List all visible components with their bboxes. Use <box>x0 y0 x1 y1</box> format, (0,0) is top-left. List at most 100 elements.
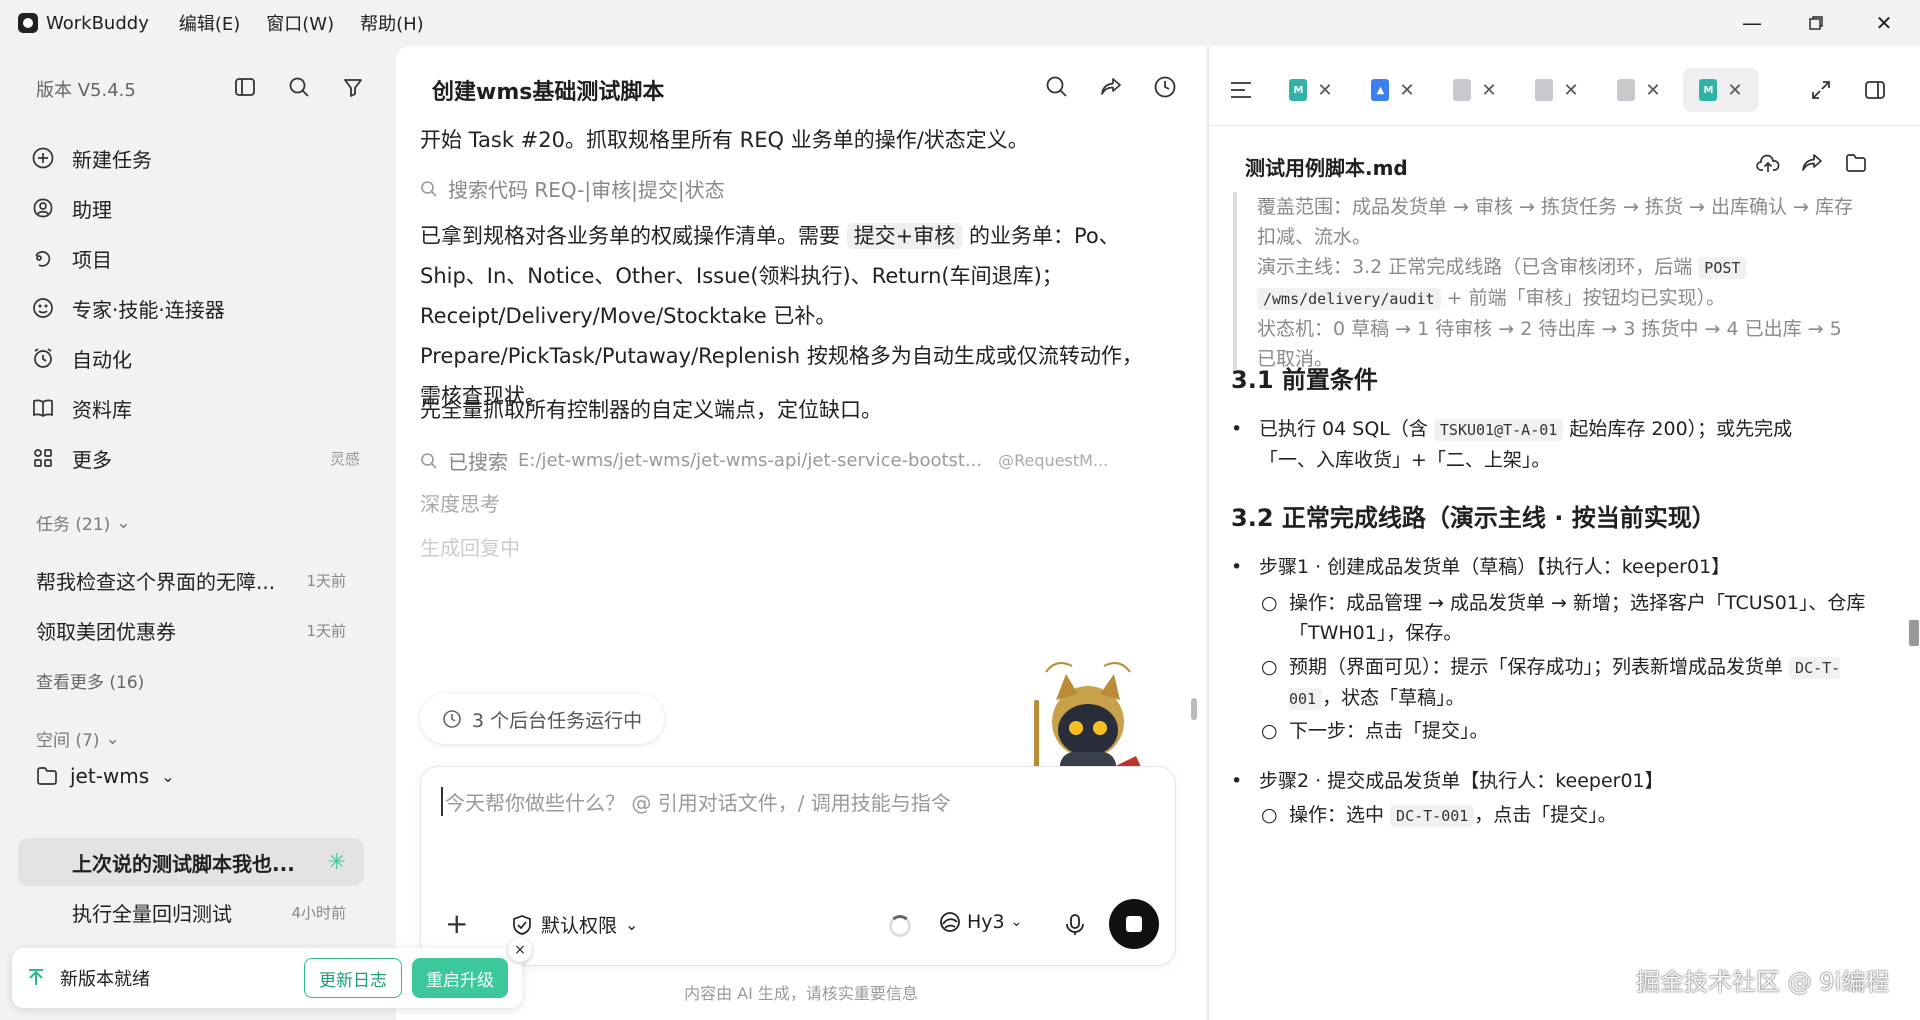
microphone-icon[interactable] <box>1061 911 1089 939</box>
search-icon[interactable] <box>1040 70 1074 104</box>
project-icon <box>30 245 56 271</box>
file-tab[interactable]: ✕ <box>1519 68 1595 112</box>
panel-toggle-icon[interactable] <box>1855 68 1895 112</box>
bullet-icon: • <box>1231 418 1243 440</box>
chat-scrollbar[interactable] <box>1190 126 1198 726</box>
assistant-icon <box>30 195 56 221</box>
restart-upgrade-button[interactable]: 重启升级 <box>412 958 508 998</box>
sidebar: 版本 V5.4.5 新建任务 助理 项目 专家·技能·连接器 自动化 资料库 更… <box>0 46 396 1020</box>
bg-tasks-label: 3 个后台任务运行中 <box>472 709 643 732</box>
menu-help[interactable]: 帮助(H) <box>360 10 424 36</box>
model-selector[interactable]: Hy3 ⌄ <box>939 911 1022 933</box>
changelog-button[interactable]: 更新日志 <box>304 958 402 998</box>
inline-code: DC-T-001 <box>1390 805 1475 827</box>
add-attachment-icon[interactable]: + <box>445 907 468 940</box>
nav-assistant[interactable]: 助理 <box>30 188 370 228</box>
file-tab[interactable]: ✕ <box>1437 68 1513 112</box>
nav-automation[interactable]: 自动化 <box>30 338 370 378</box>
file-tab[interactable]: M ✕ <box>1273 68 1349 112</box>
file-tab[interactable]: M ✕ <box>1683 68 1759 112</box>
task-item[interactable]: 领取美团优惠券 1天前 <box>36 616 346 645</box>
sidebar-toggle-icon[interactable] <box>230 72 260 102</box>
scroll-thumb[interactable] <box>1191 698 1197 720</box>
nav-more[interactable]: 更多 灵感 <box>30 438 370 478</box>
close-icon[interactable]: ✕ <box>1864 8 1904 38</box>
alarm-icon <box>30 345 56 371</box>
main-line-text: 演示主线：3.2 正常完成线路（已含审核闭环，后端 POST /wms/deli… <box>1257 252 1853 314</box>
blockquote: 覆盖范围：成品发货单 → 审核 → 拣货任务 → 拣货 → 出库确认 → 库存扣… <box>1233 192 1853 374</box>
message-paragraph: 已拿到规格对各业务单的权威操作清单。需要 提交+审核 的业务单：Po、Ship、… <box>420 216 1160 416</box>
text: 已执行 04 SQL（含 <box>1259 418 1434 440</box>
image-file-icon: ▲ <box>1371 79 1390 101</box>
task-item[interactable]: 帮我检查这个界面的无障... 1天前 <box>36 566 346 595</box>
version-label: 版本 V5.4.5 <box>36 80 136 101</box>
nav-label: 助理 <box>72 197 112 222</box>
filter-icon[interactable] <box>338 72 368 102</box>
close-tab-icon[interactable]: ✕ <box>1317 80 1332 101</box>
message-composer[interactable]: 今天帮你做些什么？ @ 引用对话文件，/ 调用技能与指令 + 默认权限 ⌄ Hy… <box>420 766 1176 966</box>
close-tab-icon[interactable]: ✕ <box>1399 80 1414 101</box>
close-tab-icon[interactable]: ✕ <box>1645 80 1660 101</box>
permission-selector[interactable]: 默认权限 ⌄ <box>511 911 638 938</box>
history-icon[interactable] <box>1148 70 1182 104</box>
heading-3-2: 3.2 正常完成线路（演示主线 · 按当前实现） <box>1231 504 1716 532</box>
close-tab-icon[interactable]: ✕ <box>1481 80 1496 101</box>
searched-extra: @RequestM... <box>998 451 1109 470</box>
workspace-item[interactable]: jet-wms ⌄ <box>36 764 175 788</box>
inspiration-label[interactable]: 灵感 <box>330 448 360 469</box>
chevron-down-icon: ⌄ <box>625 915 639 934</box>
nav-library[interactable]: 资料库 <box>30 388 370 428</box>
file-icon <box>1617 79 1636 101</box>
inline-code: TSKU01@T-A-01 <box>1433 419 1564 441</box>
close-icon[interactable]: × <box>508 938 532 962</box>
expert-icon <box>30 295 56 321</box>
thinking-label[interactable]: 深度思考 <box>420 488 500 517</box>
minimize-icon[interactable]: — <box>1732 8 1772 38</box>
nav-project[interactable]: 项目 <box>30 238 370 278</box>
search-step[interactable]: 搜索代码 REQ-|审核|提交|状态 <box>420 174 725 203</box>
workspace-task[interactable]: 执行全量回归测试 4小时前 <box>18 888 364 936</box>
coverage-text: 覆盖范围：成品发货单 → 审核 → 拣货任务 → 拣货 → 出库确认 → 库存扣… <box>1257 196 1853 248</box>
restore-icon[interactable] <box>1796 8 1836 38</box>
chat-panel: 创建wms基础测试脚本 开始 Task #20。抓取规格里所有 REQ 业务单的… <box>396 46 1206 1020</box>
update-card: 新版本就绪 更新日志 重启升级 <box>12 948 522 1008</box>
model-label: Hy3 <box>967 911 1005 933</box>
close-tab-icon[interactable]: ✕ <box>1727 80 1742 101</box>
close-tab-icon[interactable]: ✕ <box>1563 80 1578 101</box>
bullet-icon: • <box>1231 556 1243 578</box>
ws-task-time: 4小时前 <box>291 903 346 922</box>
menu-edit[interactable]: 编辑(E) <box>179 10 240 36</box>
app-name: WorkBuddy <box>46 12 149 34</box>
sub-list-item: ○ 操作：选中 DC-T-001 ，点击「提交」。 <box>1261 800 1869 831</box>
text: 下一步：点击「提交」。 <box>1289 720 1489 742</box>
doc-scrollbar-thumb[interactable] <box>1909 620 1919 646</box>
upload-cloud-icon[interactable] <box>1753 148 1783 178</box>
file-icon <box>1535 79 1554 101</box>
open-folder-icon[interactable] <box>1841 148 1871 178</box>
search-icon <box>420 452 438 470</box>
tasks-section-title[interactable]: 任务 (21) ⌄ <box>36 510 131 536</box>
background-tasks-pill[interactable]: 3 个后台任务运行中 <box>420 694 665 744</box>
searched-step[interactable]: 已搜索 E:/jet-wms/jet-wms/jet-wms-api/jet-s… <box>420 446 1108 475</box>
menu-window[interactable]: 窗口(W) <box>266 10 334 36</box>
nav-new-task[interactable]: 新建任务 <box>30 138 370 178</box>
nav-expert[interactable]: 专家·技能·连接器 <box>30 288 370 328</box>
plus-circle-icon <box>30 145 56 171</box>
file-tab[interactable]: ✕ <box>1601 68 1677 112</box>
composer-input[interactable]: 今天帮你做些什么？ @ 引用对话文件，/ 调用技能与指令 <box>441 787 951 816</box>
sub-list-item: ○ 下一步：点击「提交」。 <box>1261 716 1869 746</box>
inline-code: POST <box>1698 257 1747 279</box>
share-icon[interactable] <box>1094 70 1128 104</box>
see-more-link[interactable]: 查看更多 (16) <box>36 668 144 693</box>
sub-list-item: ○ 操作：成品管理 → 成品发货单 → 新增；选择客户「TCUS01」、仓库「T… <box>1261 588 1869 648</box>
space-section-title[interactable]: 空间 (7) ⌄ <box>36 726 120 752</box>
share-icon[interactable] <box>1797 148 1827 178</box>
workspace-task-active[interactable]: 上次说的测试脚本我也... ✳ <box>18 838 364 886</box>
outline-menu-icon[interactable] <box>1221 68 1261 112</box>
expand-icon[interactable] <box>1801 68 1841 112</box>
file-tab[interactable]: ▲ ✕ <box>1355 68 1431 112</box>
stop-generation-button[interactable] <box>1109 899 1159 949</box>
grid-icon <box>30 445 56 471</box>
nav-label: 项目 <box>72 247 112 272</box>
search-icon[interactable] <box>284 72 314 102</box>
